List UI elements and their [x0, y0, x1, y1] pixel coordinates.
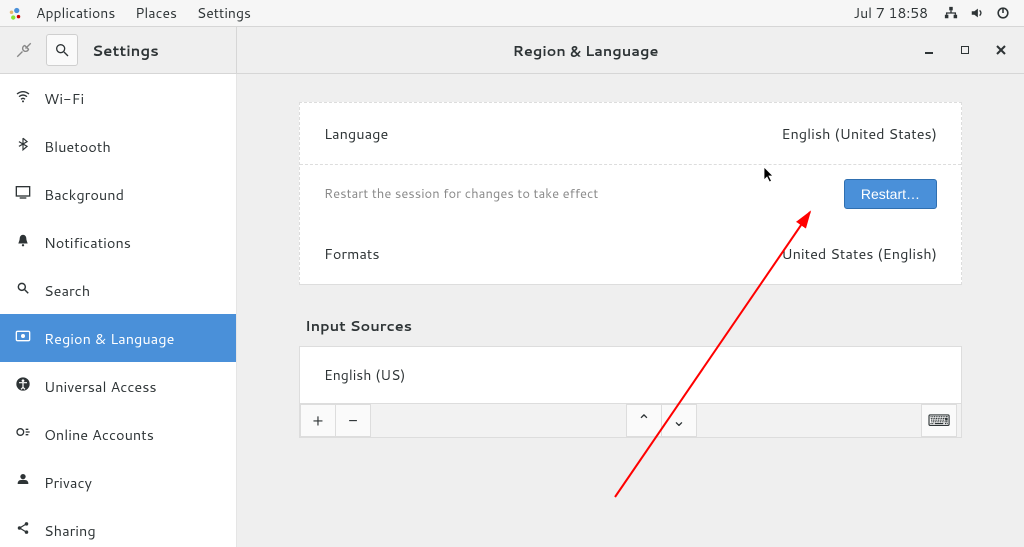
sidebar-item-label: Online Accounts — [44, 424, 154, 445]
sidebar-item-bluetooth[interactable]: Bluetooth — [0, 122, 236, 170]
formats-row[interactable]: Formats United States (English) — [300, 223, 961, 284]
wrench-icon — [8, 34, 40, 66]
window-close[interactable] — [994, 43, 1008, 57]
window-minimize[interactable] — [922, 43, 936, 57]
gnome-logo-icon — [8, 6, 22, 20]
accessibility-icon — [14, 376, 32, 397]
sidebar-item-wifi[interactable]: Wi-Fi — [0, 74, 236, 122]
sidebar-item-label: Wi-Fi — [44, 88, 84, 109]
network-icon[interactable] — [938, 6, 964, 20]
bell-icon — [14, 232, 32, 253]
language-row[interactable]: Language English (United States) — [300, 103, 961, 164]
restart-hint-text: Restart the session for changes to take … — [324, 185, 844, 203]
remove-source-button[interactable]: − — [335, 404, 371, 437]
online-accounts-icon — [14, 424, 32, 445]
sidebar-item-label: Privacy — [44, 472, 92, 493]
window-title: Region & Language — [249, 40, 922, 61]
language-value: English (United States) — [781, 123, 937, 144]
sidebar-item-label: Background — [44, 184, 124, 205]
sidebar-item-label: Bluetooth — [44, 136, 111, 157]
sidebar-item-label: Sharing — [44, 520, 96, 541]
input-source-row[interactable]: English (US) — [300, 347, 961, 403]
menu-applications[interactable]: Applications — [26, 3, 125, 23]
menu-places[interactable]: Places — [125, 3, 187, 23]
restart-hint-row: Restart the session for changes to take … — [300, 164, 961, 223]
language-label: Language — [324, 123, 388, 144]
input-sources-title: Input Sources — [305, 315, 962, 336]
sidebar-item-online-accounts[interactable]: Online Accounts — [0, 410, 236, 458]
add-source-button[interactable]: + — [300, 404, 336, 437]
power-icon[interactable] — [990, 6, 1016, 20]
gnome-top-panel: Applications Places Settings Jul 7 18:58 — [0, 0, 1024, 27]
sidebar-item-privacy[interactable]: Privacy — [0, 458, 236, 506]
menu-settings[interactable]: Settings — [187, 3, 261, 23]
sidebar-item-label: Notifications — [44, 232, 131, 253]
sidebar-header-title: Settings — [92, 40, 159, 61]
language-formats-panel: Language English (United States) Restart… — [299, 102, 962, 285]
sidebar-item-label: Universal Access — [44, 376, 157, 397]
sidebar-item-region-language[interactable]: Region & Language — [0, 314, 236, 362]
background-icon — [14, 184, 32, 204]
input-sources-panel: English (US) + − ⌃ ⌄ ⌨ — [299, 346, 962, 438]
privacy-icon — [14, 472, 32, 493]
sidebar-item-universal-access[interactable]: Universal Access — [0, 362, 236, 410]
search-button[interactable] — [46, 34, 78, 66]
share-icon — [14, 520, 32, 541]
sidebar-item-notifications[interactable]: Notifications — [0, 218, 236, 266]
headerbar: Settings Region & Language — [0, 27, 1024, 74]
sidebar-item-background[interactable]: Background — [0, 170, 236, 218]
sidebar-item-label: Search — [44, 280, 90, 301]
content-pane: Language English (United States) Restart… — [237, 74, 1024, 547]
move-up-button[interactable]: ⌃ — [626, 404, 662, 437]
sidebar-item-label: Region & Language — [44, 328, 174, 349]
formats-label: Formats — [324, 243, 380, 264]
keyboard-layout-button[interactable]: ⌨ — [921, 404, 957, 437]
region-icon — [14, 328, 32, 348]
input-sources-toolbar: + − ⌃ ⌄ ⌨ — [300, 403, 961, 437]
wifi-icon — [14, 88, 32, 109]
panel-clock[interactable]: Jul 7 18:58 — [844, 3, 938, 23]
sidebar-item-sharing[interactable]: Sharing — [0, 506, 236, 547]
window-maximize[interactable] — [958, 43, 972, 57]
sidebar-item-search[interactable]: Search — [0, 266, 236, 314]
volume-icon[interactable] — [964, 6, 990, 20]
formats-value: United States (English) — [781, 243, 937, 264]
move-down-button[interactable]: ⌄ — [661, 404, 697, 437]
bluetooth-icon — [14, 136, 32, 157]
settings-sidebar: Wi-Fi Bluetooth Background Notifications… — [0, 74, 237, 547]
input-source-label: English (US) — [324, 365, 405, 385]
settings-window: Settings Region & Language Wi-Fi — [0, 27, 1024, 547]
search-icon — [14, 280, 32, 300]
restart-button[interactable]: Restart… — [844, 179, 937, 209]
